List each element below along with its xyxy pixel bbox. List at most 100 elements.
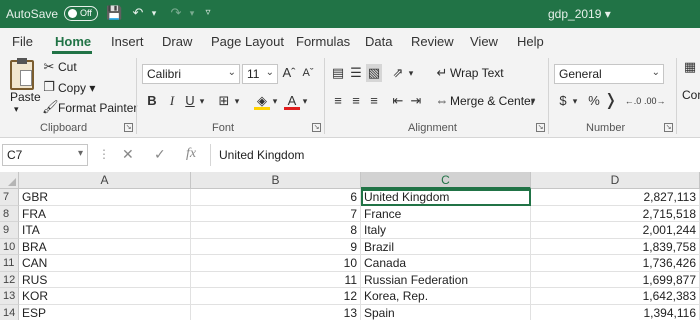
font-size-select[interactable]: 11 ⌄ (242, 64, 278, 84)
name-box[interactable]: C7 ▾ (2, 144, 88, 166)
cell-b[interactable]: 8 (191, 222, 361, 239)
italic-icon[interactable]: I (165, 92, 179, 110)
increase-indent-icon[interactable]: ⇥ (408, 92, 424, 110)
select-all-button[interactable] (0, 172, 19, 189)
tab-view[interactable]: View (470, 34, 498, 49)
formula-bar-grip-icon[interactable]: ⋮ (98, 147, 110, 161)
underline-dropdown-icon[interactable]: ▾ (197, 92, 207, 110)
paste-button[interactable]: Paste (10, 90, 41, 104)
tab-file[interactable]: File (12, 34, 33, 49)
document-title[interactable]: gdp_2019 ▾ (548, 7, 611, 21)
tab-formulas[interactable]: Formulas (296, 34, 350, 49)
tab-data[interactable]: Data (365, 34, 392, 49)
tab-help[interactable]: Help (517, 34, 544, 49)
increase-decimal-icon[interactable]: ←.0 (624, 92, 642, 110)
save-icon[interactable]: 💾 (106, 5, 122, 21)
cell-d[interactable]: 1,736,426 (531, 255, 700, 272)
cell-c[interactable]: Brazil (361, 238, 531, 255)
cell-d[interactable]: 1,839,758 (531, 238, 700, 255)
cell-b[interactable]: 12 (191, 288, 361, 305)
cell-c[interactable]: Canada (361, 255, 531, 272)
column-header-d[interactable]: D (531, 172, 700, 189)
comma-style-icon[interactable]: ❭ (604, 92, 617, 110)
format-painter-button[interactable]: Format Painter (58, 101, 137, 115)
cut-button[interactable]: Cut (58, 60, 77, 74)
font-launcher-icon[interactable]: ↘ (312, 123, 321, 132)
paste-icon[interactable] (10, 58, 34, 90)
row-header[interactable]: 12 (0, 271, 19, 288)
cell-b[interactable]: 7 (191, 205, 361, 222)
merge-center-button[interactable]: Merge & Center (450, 94, 535, 108)
paste-dropdown-icon[interactable]: ▾ (14, 104, 19, 115)
cell-c[interactable]: Russian Federation (361, 271, 531, 288)
tab-home[interactable]: Home (55, 34, 91, 49)
tab-draw[interactable]: Draw (162, 34, 192, 49)
accounting-dropdown-icon[interactable]: ▾ (570, 92, 580, 110)
middle-align-icon[interactable]: ☰ (348, 64, 364, 82)
increase-font-icon[interactable]: Aˆ (281, 64, 297, 82)
conditional-formatting-button[interactable]: Con (682, 88, 700, 102)
orientation-dropdown-icon[interactable]: ▾ (406, 64, 416, 82)
percent-style-icon[interactable]: % (586, 92, 602, 110)
copy-button[interactable]: Copy ▾ (58, 81, 95, 95)
number-format-select[interactable]: General ⌄ (554, 64, 664, 84)
cell-d[interactable]: 2,715,518 (531, 205, 700, 222)
bold-icon[interactable]: B (145, 92, 159, 110)
cell-d[interactable]: 2,827,113 (531, 189, 700, 206)
row-header[interactable]: 7 (0, 189, 19, 206)
undo-icon[interactable]: ↶ (130, 5, 146, 21)
redo-dropdown-icon[interactable]: ▾ (184, 5, 200, 21)
clipboard-launcher-icon[interactable]: ↘ (124, 123, 133, 132)
cell-a[interactable]: GBR (19, 189, 191, 206)
cell-b[interactable]: 10 (191, 255, 361, 272)
number-launcher-icon[interactable]: ↘ (664, 123, 673, 132)
fill-color-icon[interactable]: ◈ (254, 92, 270, 110)
top-align-icon[interactable]: ▤ (330, 64, 346, 82)
redo-icon[interactable]: ↷ (168, 5, 184, 21)
borders-dropdown-icon[interactable]: ▾ (232, 92, 242, 110)
cell-d[interactable]: 2,001,244 (531, 222, 700, 239)
decrease-decimal-icon[interactable]: .00→ (644, 92, 666, 110)
cell-b[interactable]: 9 (191, 238, 361, 255)
cell-a[interactable]: ESP (19, 304, 191, 320)
tab-insert[interactable]: Insert (111, 34, 144, 49)
cell-c[interactable]: Korea, Rep. (361, 288, 531, 305)
decrease-indent-icon[interactable]: ⇤ (390, 92, 406, 110)
orientation-icon[interactable]: ⇗ (390, 64, 406, 82)
bottom-align-icon[interactable]: ▧ (366, 64, 382, 82)
font-color-dropdown-icon[interactable]: ▾ (300, 92, 310, 110)
merge-dropdown-icon[interactable]: ▾ (528, 92, 538, 110)
cell-a[interactable]: BRA (19, 238, 191, 255)
cell-b[interactable]: 11 (191, 271, 361, 288)
align-right-icon[interactable]: ≡ (366, 92, 382, 110)
row-header[interactable]: 13 (0, 288, 19, 305)
tab-page-layout[interactable]: Page Layout (211, 34, 284, 49)
undo-dropdown-icon[interactable]: ▾ (146, 5, 162, 21)
accounting-format-icon[interactable]: $ (556, 92, 570, 110)
cell-c[interactable]: Italy (361, 222, 531, 239)
cell-a[interactable]: CAN (19, 255, 191, 272)
column-header-b[interactable]: B (191, 172, 361, 189)
cell-d[interactable]: 1,394,116 (531, 304, 700, 320)
cancel-icon[interactable]: ✕ (122, 146, 134, 163)
cell-a[interactable]: RUS (19, 271, 191, 288)
borders-icon[interactable]: ⊞ (216, 92, 232, 110)
cell-d[interactable]: 1,642,383 (531, 288, 700, 305)
cell-d[interactable]: 1,699,877 (531, 271, 700, 288)
cell-b[interactable]: 13 (191, 304, 361, 320)
customize-qat-icon[interactable]: ▿ (200, 5, 216, 21)
row-header[interactable]: 8 (0, 205, 19, 222)
column-header-c[interactable]: C (361, 172, 531, 189)
cell-a[interactable]: KOR (19, 288, 191, 305)
align-center-icon[interactable]: ≡ (348, 92, 364, 110)
font-color-icon[interactable]: A (284, 92, 300, 110)
cell-a[interactable]: ITA (19, 222, 191, 239)
decrease-font-icon[interactable]: Aˇ (300, 64, 316, 82)
cell-c[interactable]: Spain (361, 304, 531, 320)
autosave-toggle[interactable]: Off (64, 6, 98, 21)
underline-icon[interactable]: U (183, 92, 197, 110)
tab-review[interactable]: Review (411, 34, 454, 49)
cell-b[interactable]: 6 (191, 189, 361, 206)
cell-c[interactable]: France (361, 205, 531, 222)
font-name-select[interactable]: Calibri ⌄ (142, 64, 240, 84)
